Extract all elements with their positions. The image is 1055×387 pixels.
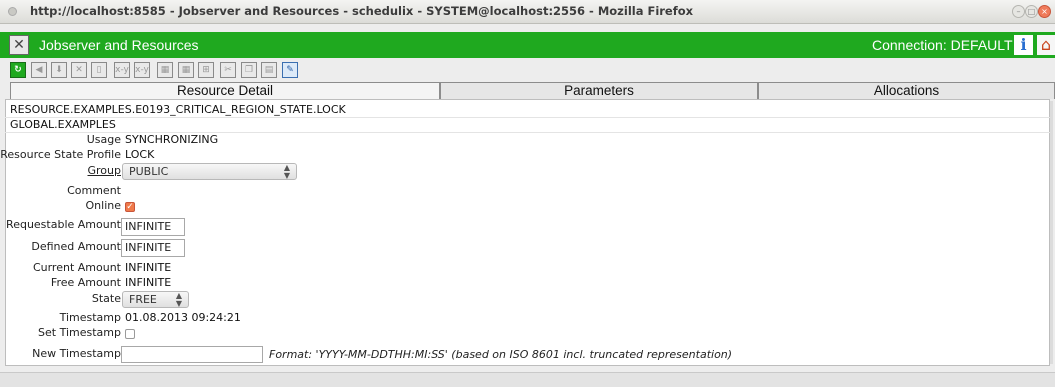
comment-label: Comment bbox=[67, 184, 121, 197]
timestamp-value: 01.08.2013 09:24:21 bbox=[125, 311, 241, 324]
download-icon[interactable]: ⬇ bbox=[51, 62, 67, 78]
close-window-icon[interactable]: × bbox=[1038, 5, 1051, 18]
free-amount-label: Free Amount bbox=[50, 276, 121, 289]
current-amount-label: Current Amount bbox=[32, 261, 121, 274]
table-icon[interactable]: ⊞ bbox=[198, 62, 214, 78]
window-menu-icon[interactable] bbox=[8, 7, 17, 16]
group-select-value: PUBLIC bbox=[129, 165, 169, 178]
refresh-icon[interactable]: ↻ bbox=[10, 62, 26, 78]
edit-icon[interactable]: ✎ bbox=[282, 62, 298, 78]
state-select-value: FREE bbox=[129, 293, 157, 306]
app-title: Jobserver and Resources bbox=[39, 37, 199, 53]
divider bbox=[5, 117, 1050, 118]
vertical-scrollbar[interactable] bbox=[1050, 101, 1053, 364]
timestamp-label: Timestamp bbox=[59, 311, 121, 324]
grid-icon[interactable]: ▦ bbox=[178, 62, 194, 78]
tab-parameters[interactable]: Parameters bbox=[440, 82, 758, 99]
grid-icon[interactable]: ▦ bbox=[157, 62, 173, 78]
home-icon[interactable]: ⌂ bbox=[1037, 35, 1055, 55]
new-timestamp-input[interactable] bbox=[121, 346, 263, 363]
set-timestamp-label: Set Timestamp bbox=[38, 326, 121, 339]
new-document-icon[interactable]: ▯ bbox=[91, 62, 107, 78]
state-profile-label: Resource State Profile bbox=[0, 148, 121, 161]
current-amount-value: INFINITE bbox=[125, 261, 172, 274]
cut-icon[interactable]: ✂ bbox=[220, 62, 236, 78]
usage-label: Usage bbox=[86, 133, 121, 146]
connection-status: Connection: DEFAULT bbox=[872, 37, 1013, 53]
tab-resource-detail[interactable]: Resource Detail bbox=[10, 82, 440, 99]
maximize-icon[interactable]: □ bbox=[1025, 5, 1038, 18]
online-label: Online bbox=[85, 199, 121, 212]
close-icon[interactable]: ✕ bbox=[71, 62, 87, 78]
copy-icon[interactable]: ❐ bbox=[241, 62, 257, 78]
free-amount-value: INFINITE bbox=[125, 276, 172, 289]
group-label-link[interactable]: Group bbox=[88, 164, 122, 177]
paste-icon[interactable]: ▤ bbox=[261, 62, 277, 78]
horizontal-scrollbar[interactable] bbox=[0, 372, 1055, 387]
defined-amount-label: Defined Amount bbox=[31, 240, 121, 253]
state-select[interactable]: FREE ▲ ▼ bbox=[122, 291, 189, 308]
window-title: http://localhost:8585 - Jobserver and Re… bbox=[30, 4, 694, 18]
tab-bar: Resource Detail Parameters Allocations bbox=[10, 82, 1055, 99]
app-logo-icon: ✕ bbox=[9, 35, 29, 55]
resource-scope: GLOBAL.EXAMPLES bbox=[10, 118, 116, 131]
state-profile-value: LOCK bbox=[125, 148, 155, 161]
defined-amount-input[interactable]: INFINITE bbox=[121, 239, 185, 257]
group-select[interactable]: PUBLIC ▲ ▼ bbox=[122, 163, 297, 180]
window-titlebar: http://localhost:8585 - Jobserver and Re… bbox=[0, 0, 1055, 24]
x-y-icon[interactable]: x-y bbox=[134, 62, 150, 78]
select-arrows-icon: ▲ ▼ bbox=[175, 291, 182, 308]
usage-value: SYNCHRONIZING bbox=[125, 133, 219, 146]
tab-allocations[interactable]: Allocations bbox=[758, 82, 1055, 99]
resource-path: RESOURCE.EXAMPLES.E0193_CRITICAL_REGION_… bbox=[10, 103, 346, 116]
new-timestamp-label: New Timestamp bbox=[32, 347, 121, 360]
online-checkbox[interactable]: ✓ bbox=[125, 202, 135, 212]
state-label: State bbox=[91, 292, 121, 305]
info-icon[interactable]: i bbox=[1014, 35, 1033, 55]
set-timestamp-checkbox[interactable] bbox=[125, 329, 135, 339]
x-y-icon[interactable]: x-y bbox=[114, 62, 130, 78]
select-arrows-icon: ▲ ▼ bbox=[283, 163, 290, 180]
requestable-amount-input[interactable]: INFINITE bbox=[121, 218, 185, 236]
back-icon[interactable]: ◀ bbox=[31, 62, 47, 78]
app-header: ✕ Jobserver and Resources Connection: DE… bbox=[0, 32, 1055, 58]
new-timestamp-format-hint: Format: 'YYYY-MM-DDTHH:MI:SS' (based on … bbox=[269, 348, 733, 361]
minimize-icon[interactable]: – bbox=[1012, 5, 1025, 18]
requestable-amount-label: Requestable Amount bbox=[6, 218, 121, 231]
